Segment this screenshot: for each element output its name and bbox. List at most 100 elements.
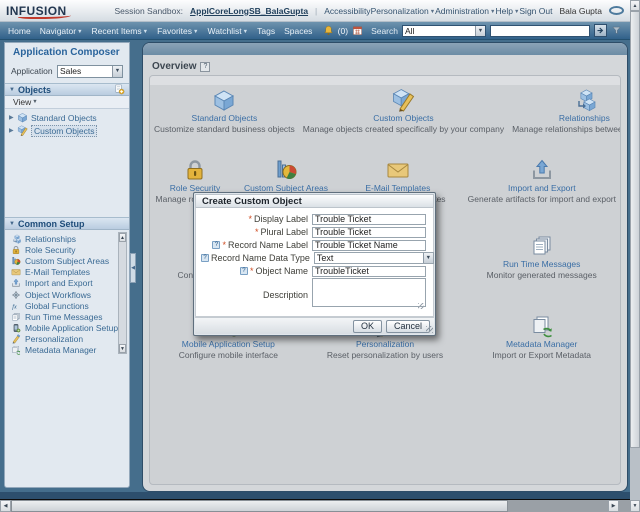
- session-sandbox-link[interactable]: ApplCoreLongSB_BalaGupta: [190, 6, 308, 16]
- tree-item[interactable]: ▶ Standard Objects: [5, 111, 129, 124]
- cube-pencil-icon: [391, 88, 415, 112]
- ok-button[interactable]: OK: [352, 319, 382, 333]
- menu-item[interactable]: Home▼: [8, 26, 31, 36]
- scroll-right-icon[interactable]: ▶: [608, 500, 619, 512]
- workflow-icon: [11, 290, 21, 300]
- menu-item[interactable]: Spaces▼: [284, 26, 312, 36]
- scroll-down-icon[interactable]: ▼: [119, 344, 126, 353]
- scroll-down-icon[interactable]: ▼: [630, 500, 640, 512]
- dialog-title[interactable]: Create Custom Object: [195, 194, 434, 208]
- svg-text:fx: fx: [12, 303, 17, 310]
- user-name: Bala Gupta: [559, 5, 602, 16]
- envelope-icon: [386, 158, 410, 182]
- common-setup-list: Relationships Role Security Custom Subje…: [5, 230, 129, 356]
- view-menu[interactable]: View ▼: [5, 96, 129, 109]
- text-field[interactable]: [312, 265, 426, 277]
- overview-item: Standard Objects Customize standard busi…: [150, 88, 299, 134]
- field-help-icon[interactable]: ?: [239, 267, 248, 275]
- vertical-scrollbar[interactable]: ▲ ▼: [630, 0, 640, 512]
- collapse-icon[interactable]: ▼: [9, 221, 15, 227]
- common-setup-scrollbar[interactable]: ▲ ▼: [118, 232, 127, 354]
- common-setup-item[interactable]: Import and Export: [11, 278, 129, 289]
- application-select[interactable]: Sales ▼: [57, 64, 123, 78]
- menu-item[interactable]: Tags▼: [257, 26, 275, 36]
- utility-link[interactable]: Sign Out▼: [519, 6, 552, 16]
- field-help-icon[interactable]: ?: [201, 254, 209, 262]
- description-textarea[interactable]: [312, 278, 426, 307]
- expand-icon[interactable]: ▶: [9, 114, 17, 121]
- common-setup-item[interactable]: Mobile Application Setup: [11, 323, 129, 334]
- objects-panel-header[interactable]: ▼ Objects: [5, 83, 129, 96]
- objects-tree: ▶ Standard Objects ▶ Custom Objects: [5, 109, 129, 139]
- session-sandbox-label: Session Sandbox:: [114, 5, 183, 16]
- field-help-icon[interactable]: ?: [212, 241, 221, 249]
- scroll-up-icon[interactable]: ▲: [119, 233, 126, 242]
- horizontal-scroll-thumb[interactable]: [11, 500, 508, 512]
- menu-item[interactable]: Watchlist▼: [207, 26, 248, 36]
- scroll-up-icon[interactable]: ▲: [630, 0, 640, 11]
- common-setup-item[interactable]: fx Global Functions: [11, 300, 129, 311]
- overview-item: Metadata Manager Import or Export Metada…: [463, 314, 620, 360]
- required-asterisk: *: [254, 227, 259, 237]
- utility-link[interactable]: Personalization▼: [371, 6, 436, 16]
- pencil-icon: [11, 334, 21, 344]
- search-go-button[interactable]: [594, 24, 607, 37]
- common-setup-panel-header[interactable]: ▼ Common Setup: [5, 217, 129, 230]
- search-scope-select[interactable]: All ▼: [402, 24, 486, 37]
- menu-item[interactable]: Navigator▼: [40, 26, 83, 36]
- form-row: ? * Object Name TroubleTicket ▼: [201, 265, 426, 277]
- application-composer-window: INFUSION Session Sandbox: ApplCoreLongSB…: [0, 0, 640, 512]
- common-setup-item[interactable]: Role Security: [11, 244, 129, 255]
- chevron-down-icon[interactable]: ▼: [422, 253, 433, 263]
- notifications-bell-icon[interactable]: [323, 25, 334, 36]
- search-input[interactable]: [490, 24, 590, 37]
- help-icon[interactable]: ?: [200, 61, 211, 72]
- cubes-two-icon: [11, 234, 21, 244]
- calendar-icon[interactable]: [352, 25, 363, 36]
- page-title: Overview: [152, 61, 197, 72]
- scroll-left-icon[interactable]: ◀: [0, 500, 11, 512]
- utility-link[interactable]: Administration▼: [435, 6, 495, 16]
- utility-links: Accessibility▼Personalization▼Administra…: [324, 6, 552, 16]
- chevron-down-icon: ▼: [32, 99, 38, 105]
- docs-stack-icon: [11, 312, 21, 322]
- resize-grip[interactable]: [418, 303, 424, 309]
- dialog-resize-grip[interactable]: [426, 326, 433, 333]
- dropdown-field[interactable]: Text ▼: [313, 252, 434, 264]
- chart-pie-icon: [11, 256, 21, 266]
- collapse-icon[interactable]: ▼: [9, 87, 15, 93]
- common-setup-item[interactable]: Metadata Manager: [11, 345, 129, 356]
- vertical-scroll-thumb[interactable]: [630, 11, 640, 448]
- advanced-search-icon[interactable]: [611, 25, 622, 36]
- pane-splitter-handle[interactable]: ◀: [130, 253, 136, 283]
- common-setup-item[interactable]: Custom Subject Areas: [11, 255, 129, 266]
- utility-link[interactable]: Accessibility▼: [324, 6, 370, 16]
- tree-item[interactable]: ▶ Custom Objects: [5, 124, 129, 137]
- horizontal-scrollbar[interactable]: ◀ ▶: [0, 500, 630, 512]
- common-setup-item[interactable]: E-Mail Templates: [11, 267, 129, 278]
- required-asterisk: *: [248, 214, 252, 224]
- chevron-down-icon[interactable]: ▼: [475, 25, 485, 36]
- expand-icon[interactable]: ▶: [9, 127, 17, 134]
- overview-item: Run Time Messages Monitor generated mess…: [463, 234, 620, 280]
- text-field[interactable]: [312, 226, 426, 238]
- chevron-down-icon[interactable]: ▼: [112, 65, 122, 77]
- fx-icon: fx: [11, 301, 21, 311]
- cancel-button[interactable]: Cancel: [385, 319, 430, 333]
- text-field[interactable]: [312, 213, 426, 225]
- lock-icon: [183, 158, 207, 182]
- form-row: ? * Record Name Label Trouble Ticket Nam…: [201, 239, 426, 251]
- utility-link[interactable]: Help▼: [495, 6, 519, 16]
- common-setup-item[interactable]: Run Time Messages: [11, 311, 129, 322]
- common-setup-item[interactable]: Relationships: [11, 233, 129, 244]
- menu-item[interactable]: Favorites▼: [157, 26, 198, 36]
- field-label: Description: [262, 290, 308, 300]
- new-object-icon[interactable]: [114, 84, 125, 95]
- create-custom-object-dialog: Create Custom Object ? * Display Label T…: [193, 192, 436, 336]
- text-field[interactable]: [312, 239, 426, 251]
- common-setup-item[interactable]: Object Workflows: [11, 289, 129, 300]
- menu-item[interactable]: Recent Items▼: [92, 26, 149, 36]
- field-label: Object Name: [255, 266, 308, 276]
- chevron-down-icon: ▼: [193, 28, 199, 35]
- common-setup-item[interactable]: Personalization: [11, 334, 129, 345]
